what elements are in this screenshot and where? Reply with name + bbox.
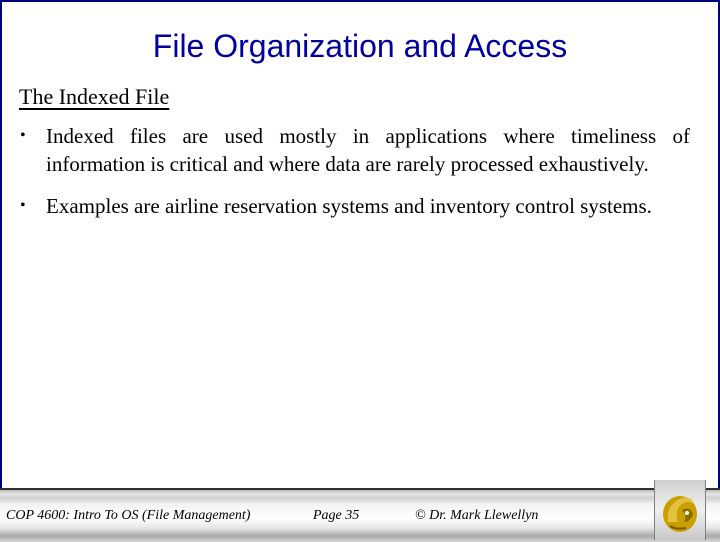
slide-frame	[0, 0, 720, 488]
bullet-icon: •	[20, 197, 26, 214]
bullet-list: • Indexed files are used mostly in appli…	[20, 122, 690, 234]
bullet-item: • Examples are airline reservation syste…	[20, 192, 690, 220]
bullet-text: Examples are airline reservation systems…	[46, 194, 652, 218]
slide-title: File Organization and Access	[152, 28, 568, 64]
footer-copyright: © Dr. Mark Llewellyn	[415, 508, 539, 523]
bullet-item: • Indexed files are used mostly in appli…	[20, 122, 690, 178]
slide-footer: COP 4600: Intro To OS (File Management) …	[0, 488, 720, 542]
footer-page-number: Page 35	[313, 508, 360, 523]
ucf-pegasus-logo-icon	[663, 496, 697, 532]
bullet-icon: •	[20, 127, 26, 144]
slide-subtitle: The Indexed File	[19, 84, 170, 109]
bullet-text: Indexed files are used mostly in applica…	[46, 124, 690, 176]
logo-tile	[654, 480, 706, 540]
footer-course: COP 4600: Intro To OS (File Management)	[6, 508, 251, 523]
